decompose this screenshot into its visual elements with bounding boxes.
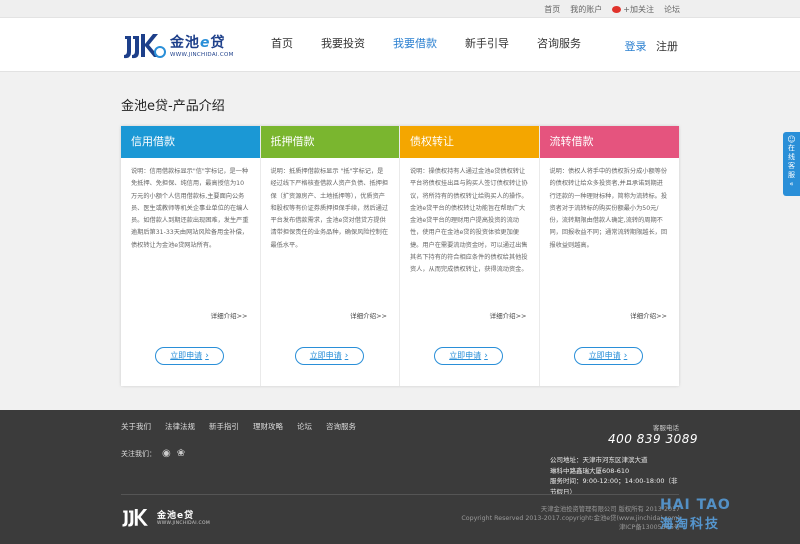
- site-logo[interactable]: 金池e贷 WWW.JINCHIDAI.COM: [122, 30, 234, 60]
- watermark-en: HAI TAO: [660, 497, 731, 513]
- address-label: 公司地址：: [550, 456, 583, 464]
- jjk-logo-icon: [124, 34, 166, 59]
- apply-button[interactable]: 立即申请 ›: [155, 347, 224, 365]
- apply-label: 立即申请: [309, 351, 342, 360]
- card-description: 说明：抵质押借款标显示 "抵"字标记，是经过线下严格核查借款人资产负债、抵押担保…: [270, 168, 389, 249]
- card-title: 信用借款: [121, 126, 260, 158]
- online-service-label: 在线客服: [788, 144, 795, 179]
- product-cards: 信用借款 说明：信用借款标显示"信"字标记，是一种免抵押、免担保、纯信用，最高授…: [121, 126, 679, 386]
- page-title: 金池e贷-产品介绍: [121, 99, 225, 114]
- people-icon: ☺: [787, 135, 796, 144]
- top-link-forum[interactable]: 论坛: [664, 4, 680, 15]
- online-service-tab[interactable]: ☺ 在线客服 «: [783, 132, 800, 196]
- double-chevron-left-icon: «: [789, 180, 794, 188]
- nav-item-home[interactable]: 首页: [262, 18, 302, 72]
- details-link[interactable]: 详细介绍>>: [490, 310, 527, 320]
- apply-label: 立即申请: [449, 351, 482, 360]
- footer-link-law[interactable]: 法律法规: [165, 421, 195, 432]
- apply-button[interactable]: 立即申请 ›: [294, 347, 364, 365]
- auth-links: 登录 注册: [619, 38, 679, 54]
- hotline-number: 400 839 3089: [608, 432, 698, 446]
- top-link-home[interactable]: 首页: [544, 4, 560, 15]
- nav-item-service[interactable]: 咨询服务: [528, 18, 590, 72]
- details-link[interactable]: 详细介绍>>: [630, 310, 667, 320]
- company-info: 公司地址：天津市河东区津滨大道 琳科中路鑫瑞大厦608-610 服务时间：9:0…: [550, 455, 680, 497]
- logo-cn-prefix: 金池: [170, 35, 200, 51]
- copyright-block: 天津金池投资管理有限公司 版权所有 2013-2017 Copyright Re…: [461, 505, 680, 532]
- card-description: 说明：债权人将手中的债权拆分成小额等份的债权转让给众多投资者,并且承诺到期进行还…: [549, 168, 668, 249]
- card-credit-loan: 信用借款 说明：信用借款标显示"信"字标记，是一种免抵押、免担保、纯信用，最高授…: [121, 126, 261, 386]
- footer-logo-url: WWW.JINCHIDAI.COM: [157, 521, 211, 526]
- footer-logo-title: 金池e贷: [157, 508, 210, 521]
- footer-link-about[interactable]: 关于我们: [121, 421, 151, 432]
- logo-title: 金池e贷: [170, 32, 234, 52]
- address-line-2: 琳科中路鑫瑞大厦608-610: [550, 466, 630, 475]
- hours-label: 服务时间：: [550, 477, 583, 485]
- header: 金池e贷 WWW.JINCHIDAI.COM 首页 我要投资 我要借款 新手引导…: [0, 18, 800, 72]
- footer-divider: [121, 494, 679, 495]
- nav-item-invest[interactable]: 我要投资: [312, 18, 374, 72]
- card-mortgage-loan: 抵押借款 说明：抵质押借款标显示 "抵"字标记，是经过线下严格核查借款人资产负债…: [260, 126, 400, 386]
- nav-item-guide[interactable]: 新手引导: [456, 18, 518, 72]
- top-bar: 首页 我的账户 +加关注 论坛: [0, 0, 800, 18]
- apply-button[interactable]: 立即申请 ›: [573, 347, 643, 365]
- card-title: 债权转让: [400, 126, 539, 158]
- hotline-label: 客服电话: [653, 424, 679, 432]
- card-description: 说明：操债权持有人通过金池e贷债权转让平台将债权挂出且与购买人签订债权转让协议，…: [410, 168, 528, 274]
- card-title: 抵押借款: [260, 126, 399, 158]
- footer-link-forum[interactable]: 论坛: [297, 421, 312, 432]
- copyright-text: Copyright Reserved 2013-2017.copyright:金…: [461, 515, 680, 522]
- main-nav: 首页 我要投资 我要借款 新手引导 咨询服务: [262, 18, 600, 72]
- footer-link-guide[interactable]: 新手指引: [209, 421, 239, 432]
- top-links: 首页 我的账户 +加关注 论坛: [544, 4, 680, 15]
- address-text: 天津市河东区津滨大道: [582, 456, 648, 464]
- card-debt-transfer: 债权转让 说明：操债权持有人通过金池e贷债权转让平台将债权挂出且与购买人签订债权…: [400, 126, 540, 386]
- logo-cn-e: e: [200, 35, 211, 51]
- weibo-icon[interactable]: ◉: [162, 448, 171, 459]
- details-link[interactable]: 详细介绍>>: [350, 310, 387, 320]
- logo-cn-suffix: 贷: [210, 35, 226, 51]
- haitao-watermark: HAI TAO 海淘科技: [660, 497, 770, 537]
- follow-us: 关注我们： ◉ ❀: [121, 448, 185, 459]
- card-title: 流转借款: [539, 126, 679, 158]
- wechat-icon[interactable]: ❀: [177, 448, 185, 459]
- footer-link-service[interactable]: 咨询服务: [326, 421, 356, 432]
- weibo-icon: [612, 6, 622, 13]
- top-link-follow[interactable]: +加关注: [612, 4, 654, 15]
- card-description: 说明：信用借款标显示"信"字标记，是一种免抵押、免担保、纯信用，最高授信为10万…: [131, 168, 249, 249]
- icp-number: 津ICP备13005366号: [619, 524, 680, 531]
- chevron-right-icon: ›: [484, 351, 488, 361]
- chevron-right-icon: ›: [344, 351, 349, 361]
- watermark-cn: 海淘科技: [660, 517, 721, 532]
- chevron-right-icon: ›: [623, 351, 628, 361]
- jjk-logo-icon: [122, 509, 148, 527]
- chevron-right-icon: ›: [205, 351, 209, 361]
- footer-link-strategy[interactable]: 理财攻略: [253, 421, 283, 432]
- apply-button[interactable]: 立即申请 ›: [434, 347, 503, 365]
- apply-label: 立即申请: [588, 351, 621, 360]
- nav-item-borrow[interactable]: 我要借款: [384, 18, 446, 72]
- details-link[interactable]: 详细介绍>>: [211, 310, 248, 320]
- login-link[interactable]: 登录: [625, 40, 647, 53]
- logo-cn-prefix: 金池: [157, 511, 178, 521]
- card-circulation-loan: 流转借款 说明：债权人将手中的债权拆分成小额等份的债权转让给众多投资者,并且承诺…: [539, 126, 679, 386]
- apply-label: 立即申请: [170, 351, 203, 360]
- logo-cn-suffix: 贷: [184, 511, 195, 521]
- register-link[interactable]: 注册: [656, 40, 678, 53]
- top-link-account[interactable]: 我的账户: [570, 4, 602, 15]
- follow-us-label: 关注我们：: [121, 449, 156, 458]
- footer-logo: 金池e贷 WWW.JINCHIDAI.COM: [121, 506, 210, 528]
- logo-url: WWW.JINCHIDAI.COM: [170, 52, 234, 58]
- follow-label: +加关注: [623, 5, 654, 14]
- footer-links: 关于我们 法律法规 新手指引 理财攻略 论坛 咨询服务: [121, 421, 356, 432]
- company-copyright: 天津金池投资管理有限公司 版权所有 2013-2017: [540, 506, 680, 513]
